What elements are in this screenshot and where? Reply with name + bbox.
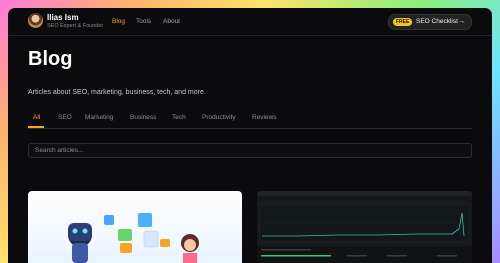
seo-checklist-button[interactable]: FREE SEO Checklist → bbox=[388, 14, 472, 30]
tab-tech[interactable]: Tech bbox=[172, 114, 186, 121]
arrow-right-icon: → bbox=[458, 18, 465, 25]
seo-checklist-label: SEO Checklist bbox=[416, 18, 458, 25]
brand-subtitle: SEO Expert & Founder bbox=[47, 23, 104, 29]
active-tab-indicator bbox=[28, 126, 44, 128]
tab-seo[interactable]: SEO bbox=[58, 114, 72, 121]
page-title: Blog bbox=[28, 48, 73, 70]
avatar[interactable] bbox=[28, 13, 43, 28]
page-frame: Ilias Ism SEO Expert & Founder Blog Tool… bbox=[8, 8, 492, 263]
page-subtitle: Articles about SEO, marketing, business,… bbox=[28, 89, 206, 96]
article-card-1-image[interactable] bbox=[28, 191, 242, 263]
search-box bbox=[28, 143, 472, 158]
category-tabs: All SEO Marketing Business Tech Producti… bbox=[28, 114, 472, 129]
tab-productivity[interactable]: Productivity bbox=[202, 114, 236, 121]
brand-name[interactable]: Ilias Ism bbox=[47, 13, 79, 22]
search-input[interactable] bbox=[35, 145, 435, 156]
nav-tools[interactable]: Tools bbox=[136, 18, 151, 25]
top-navigation: Ilias Ism SEO Expert & Founder Blog Tool… bbox=[8, 8, 492, 36]
nav-about[interactable]: About bbox=[163, 18, 180, 25]
free-badge: FREE bbox=[393, 18, 413, 26]
nav-blog[interactable]: Blog bbox=[112, 18, 125, 25]
tab-reviews[interactable]: Reviews bbox=[252, 114, 277, 121]
tab-all[interactable]: All bbox=[33, 114, 40, 121]
analytics-dashboard-screenshot bbox=[257, 191, 472, 263]
robot-seo-illustration bbox=[68, 213, 199, 263]
tab-business[interactable]: Business bbox=[130, 114, 156, 121]
tab-marketing[interactable]: Marketing bbox=[85, 114, 114, 121]
article-card-2-image[interactable] bbox=[257, 191, 472, 263]
